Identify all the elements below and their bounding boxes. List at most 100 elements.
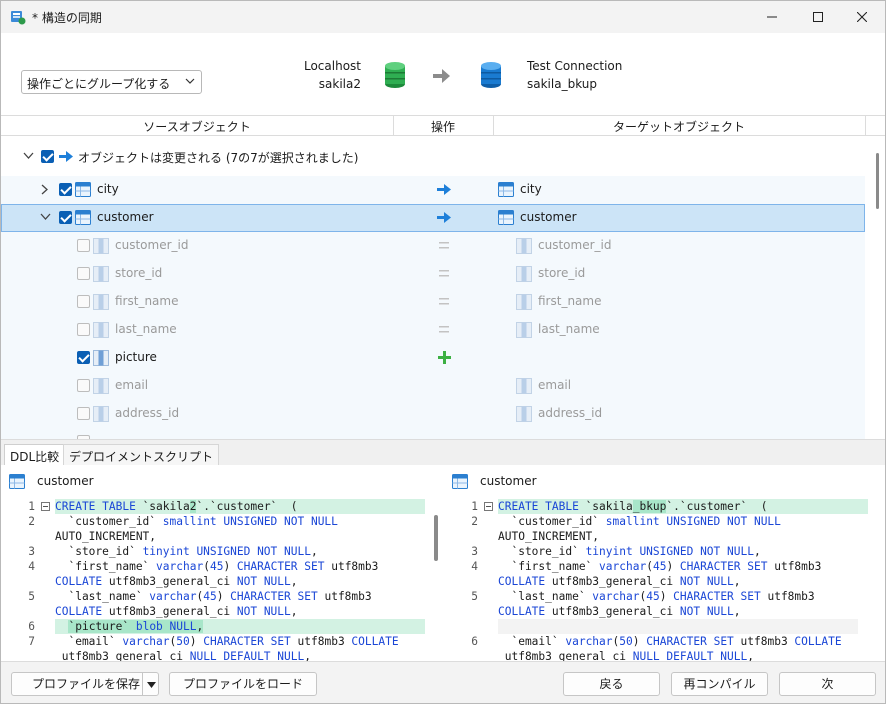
chevron-right-icon[interactable] xyxy=(41,184,49,195)
target-connection-name: Test Connection xyxy=(527,59,623,73)
dropdown-arrow-icon[interactable] xyxy=(147,682,156,688)
code-text: CREATE TABLE `sakila2`.`customer` ( xyxy=(55,499,425,514)
update-arrow-icon xyxy=(59,151,73,162)
chevron-down-icon[interactable] xyxy=(23,152,34,160)
next-button[interactable]: 次 xyxy=(779,672,876,696)
table-row-customer[interactable]: customer customer xyxy=(1,204,865,232)
save-profile-button[interactable]: プロファイルを保存 xyxy=(11,672,159,696)
code-text: utf8mb3_general_ci NULL DEFAULT NULL, xyxy=(498,650,754,661)
equal-icon xyxy=(439,298,449,305)
fold-toggle-icon[interactable] xyxy=(484,502,493,511)
minimize-button[interactable] xyxy=(749,1,795,33)
load-profile-button[interactable]: プロファイルをロード xyxy=(169,672,317,696)
line-number: 3 xyxy=(471,545,478,558)
chevron-down-icon xyxy=(185,78,195,84)
group-mode-select[interactable]: 操作ごとにグループ化する xyxy=(21,70,202,94)
equal-icon xyxy=(439,242,449,249)
field-row[interactable]: first_name first_name xyxy=(1,288,865,316)
table-icon xyxy=(9,474,25,489)
code-line: 7 `email` varchar(50) CHARACTER SET utf8… xyxy=(1,634,444,649)
group-row[interactable]: オブジェクトは変更される (7の7が選択されました) xyxy=(1,143,865,171)
footer-bar: プロファイルを保存 プロファイルをロード 戻る 再コンパイル 次 xyxy=(1,661,885,703)
source-ddl-scrollbar[interactable] xyxy=(434,515,438,561)
source-ddl-pane: customer 1 CREATE TABLE `sakila2`.`custom… xyxy=(1,465,444,661)
target-objects-header[interactable]: ターゲットオブジェクト xyxy=(493,118,865,135)
action-header[interactable]: 操作 xyxy=(393,118,493,135)
column-icon xyxy=(516,378,532,394)
column-icon xyxy=(93,406,109,422)
close-button[interactable] xyxy=(839,1,885,33)
group-checkbox[interactable] xyxy=(41,150,54,163)
code-text: AUTO_INCREMENT, xyxy=(498,530,600,543)
column-header: ソースオブジェクト 操作 ターゲットオブジェクト xyxy=(1,115,885,136)
code-line: COLLATE utf8mb3_general_ci NOT NULL, xyxy=(444,604,885,619)
field-row[interactable] xyxy=(1,428,865,439)
app-icon xyxy=(11,11,26,25)
back-button[interactable]: 戻る xyxy=(563,672,660,696)
window-title: * 構造の同期 xyxy=(32,11,102,25)
source-objects-header[interactable]: ソースオブジェクト xyxy=(1,118,393,135)
update-arrow-icon xyxy=(437,212,451,223)
code-text: `customer_id` smallint UNSIGNED NOT NULL xyxy=(55,515,338,528)
field-row[interactable]: email email xyxy=(1,372,865,400)
field-row[interactable]: last_name last_name xyxy=(1,316,865,344)
field-row[interactable]: customer_id customer_id xyxy=(1,232,865,260)
code-text: `email` varchar(50) CHARACTER SET utf8mb… xyxy=(498,635,842,648)
code-text: utf8mb3_general_ci NULL DEFAULT NULL, xyxy=(55,650,311,661)
save-profile-label: プロファイルを保存 xyxy=(32,677,141,691)
source-field-name: address_id xyxy=(115,406,180,420)
field-checkbox[interactable] xyxy=(77,295,90,308)
code-line: AUTO_INCREMENT, xyxy=(444,529,885,544)
title-bar: * 構造の同期 xyxy=(1,1,885,33)
code-text: `picture` blob NULL, xyxy=(55,619,425,634)
code-text: COLLATE utf8mb3_general_ci NOT NULL, xyxy=(55,605,298,618)
chevron-down-icon[interactable] xyxy=(40,213,51,221)
field-checkbox[interactable] xyxy=(77,379,90,392)
source-table-name: city xyxy=(97,182,119,196)
line-number: 6 xyxy=(471,635,478,648)
equal-icon xyxy=(439,326,449,333)
code-text: `store_id` tinyint UNSIGNED NOT NULL, xyxy=(55,545,318,558)
source-field-name: customer_id xyxy=(115,238,189,252)
target-field-name: email xyxy=(538,378,572,392)
group-label: オブジェクトは変更される (7の7が選択されました) xyxy=(78,151,359,165)
field-row[interactable]: store_id store_id xyxy=(1,260,865,288)
field-checkbox[interactable] xyxy=(77,239,90,252)
tab-deployment-script[interactable]: デプロイメントスクリプト xyxy=(63,444,220,466)
field-row[interactable]: picture xyxy=(1,344,865,372)
code-text: COLLATE utf8mb3_general_ci NOT NULL, xyxy=(498,575,741,588)
code-line: 5 `last_name` varchar(45) CHARACTER SET … xyxy=(444,589,885,604)
field-checkbox[interactable] xyxy=(77,351,90,364)
code-text: COLLATE utf8mb3_general_ci NOT NULL, xyxy=(55,575,298,588)
source-field-name: email xyxy=(115,378,149,392)
tree-scrollbar[interactable] xyxy=(876,153,879,209)
code-line: 2 `customer_id` smallint UNSIGNED NOT NU… xyxy=(1,514,444,529)
column-icon xyxy=(516,266,532,282)
column-icon xyxy=(93,266,109,282)
source-field-name: last_name xyxy=(115,322,177,336)
tab-ddl-compare[interactable]: DDL比較 xyxy=(4,444,66,466)
update-arrow-icon xyxy=(437,184,451,195)
column-icon xyxy=(516,238,532,254)
field-checkbox[interactable] xyxy=(77,407,90,420)
target-ddl-pane: customer 1 CREATE TABLE `sakila_bkup`.`cu… xyxy=(444,465,885,661)
code-line: utf8mb3_general_ci NULL DEFAULT NULL, xyxy=(444,649,885,661)
target-table-name: city xyxy=(520,182,542,196)
table-row-city[interactable]: city city xyxy=(1,176,865,204)
group-mode-value: 操作ごとにグループ化する xyxy=(27,77,171,91)
line-number: 2 xyxy=(471,515,478,528)
close-icon xyxy=(857,12,867,22)
field-checkbox[interactable] xyxy=(77,267,90,280)
field-checkbox[interactable] xyxy=(77,323,90,336)
table-checkbox[interactable] xyxy=(59,183,72,196)
column-icon xyxy=(93,350,109,366)
maximize-button[interactable] xyxy=(795,1,841,33)
table-checkbox[interactable] xyxy=(59,211,72,224)
fold-toggle-icon[interactable] xyxy=(41,502,50,511)
line-number: 1 xyxy=(28,500,35,513)
recompile-button[interactable]: 再コンパイル xyxy=(671,672,768,696)
field-row[interactable]: address_id address_id xyxy=(1,400,865,428)
source-ddl-header: customer xyxy=(1,465,444,497)
target-field-name: address_id xyxy=(538,406,603,420)
target-ddl-title: customer xyxy=(480,474,537,488)
